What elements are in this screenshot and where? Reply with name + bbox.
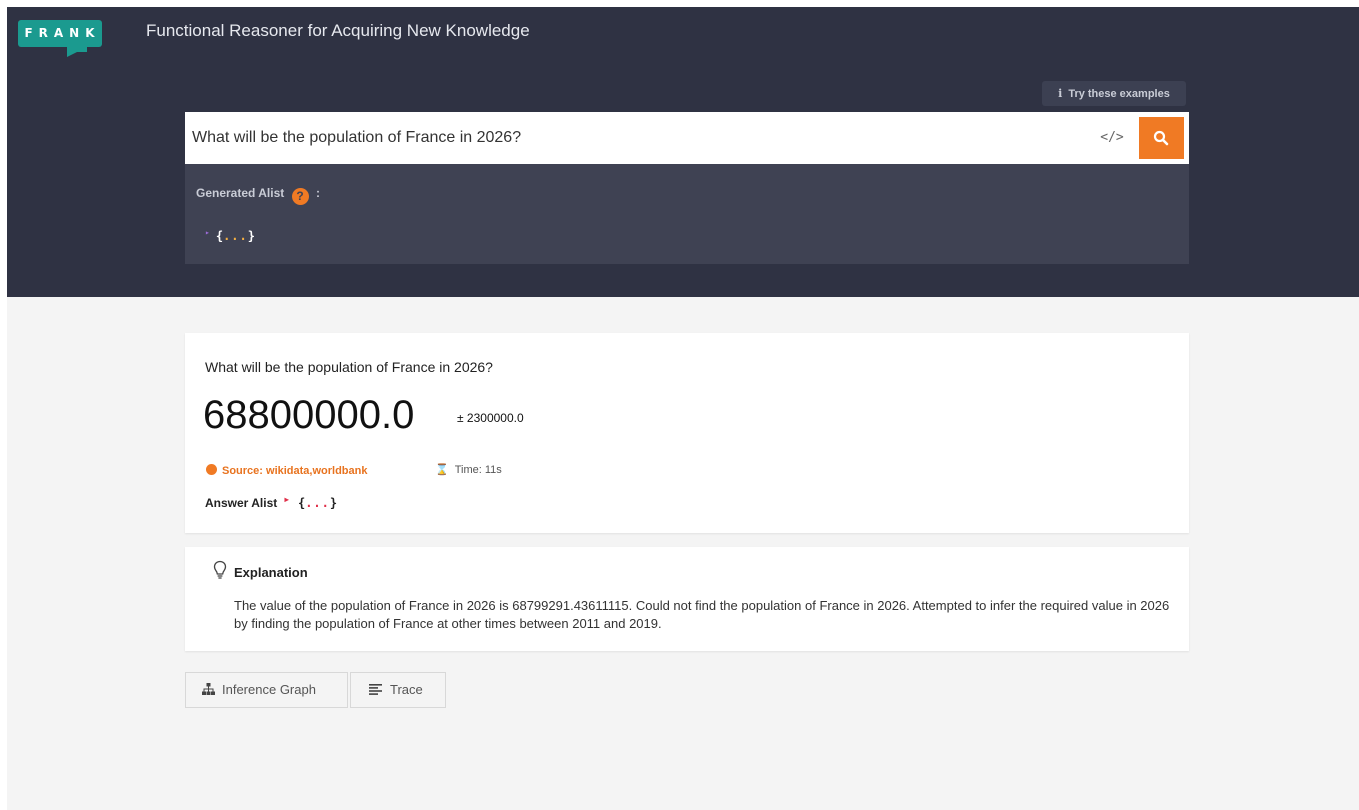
tab-trace[interactable]: Trace <box>350 672 446 708</box>
logo-tail-point <box>67 47 87 57</box>
generated-alist-heading: Generated Alist ? : <box>196 186 320 205</box>
tree-close-brace: } <box>247 229 255 243</box>
tree-open-brace: { <box>215 229 224 243</box>
list-icon <box>369 684 382 695</box>
info-icon: i <box>1058 87 1063 100</box>
globe-icon <box>206 464 217 475</box>
search-button[interactable] <box>1139 117 1184 159</box>
answer-card: What will be the population of France in… <box>185 333 1189 533</box>
tab-inference-graph-label: Inference Graph <box>222 682 316 697</box>
app-frame: FRANK Functional Reasoner for Acquiring … <box>7 7 1359 810</box>
help-icon[interactable]: ? <box>291 188 309 205</box>
search-bar: </> <box>185 112 1189 164</box>
lightbulb-icon <box>213 560 227 579</box>
explanation-body: The value of the population of France in… <box>234 598 1170 631</box>
alist-tree[interactable]: ▸ {...} <box>205 228 255 243</box>
tree-ellipsis[interactable]: ... <box>223 229 248 243</box>
answer-tree-ellipsis[interactable]: ... <box>305 496 330 510</box>
try-examples-button[interactable]: i Try these examples <box>1042 81 1186 106</box>
header: FRANK Functional Reasoner for Acquiring … <box>7 7 1359 297</box>
answer-question: What will be the population of France in… <box>205 359 493 375</box>
code-icon[interactable]: </> <box>1099 128 1125 148</box>
tab-inference-graph[interactable]: Inference Graph <box>185 672 348 708</box>
try-examples-label: Try these examples <box>1068 88 1170 100</box>
generated-alist-panel: Generated Alist ? : ▸ {...} <box>185 164 1189 264</box>
search-input[interactable] <box>185 112 1075 164</box>
source-row: Source: wikidata,worldbank ⌛ Time: 11s <box>206 463 502 477</box>
time-info: ⌛ Time: 11s <box>435 463 502 476</box>
tab-trace-label: Trace <box>390 682 423 697</box>
generated-alist-colon: : <box>315 186 320 200</box>
frank-logo[interactable]: FRANK <box>18 20 102 47</box>
expand-caret-icon[interactable]: ▸ <box>205 228 210 237</box>
answer-alist-label: Answer Alist <box>205 496 278 510</box>
answer-error-bar: ± 2300000.0 <box>457 411 524 425</box>
hourglass-icon: ⌛ <box>435 463 449 476</box>
answer-expand-caret-icon[interactable]: ▸ <box>285 495 289 504</box>
answer-value: 68800000.0 <box>203 393 415 437</box>
explanation-card: Explanation The value of the population … <box>185 547 1189 651</box>
search-icon <box>1153 130 1169 146</box>
generated-alist-label: Generated Alist <box>196 186 285 200</box>
app-title: Functional Reasoner for Acquiring New Kn… <box>146 21 530 40</box>
answer-alist-tree[interactable]: {...} <box>298 496 337 510</box>
answer-alist: Answer Alist ▸ {...} <box>205 495 337 510</box>
sitemap-icon <box>202 683 215 695</box>
time-label: Time: 11s <box>454 464 502 476</box>
explanation-title: Explanation <box>234 565 308 580</box>
answer-tree-close-brace: } <box>329 496 338 510</box>
source-text: Source: wikidata,worldbank <box>222 465 368 477</box>
